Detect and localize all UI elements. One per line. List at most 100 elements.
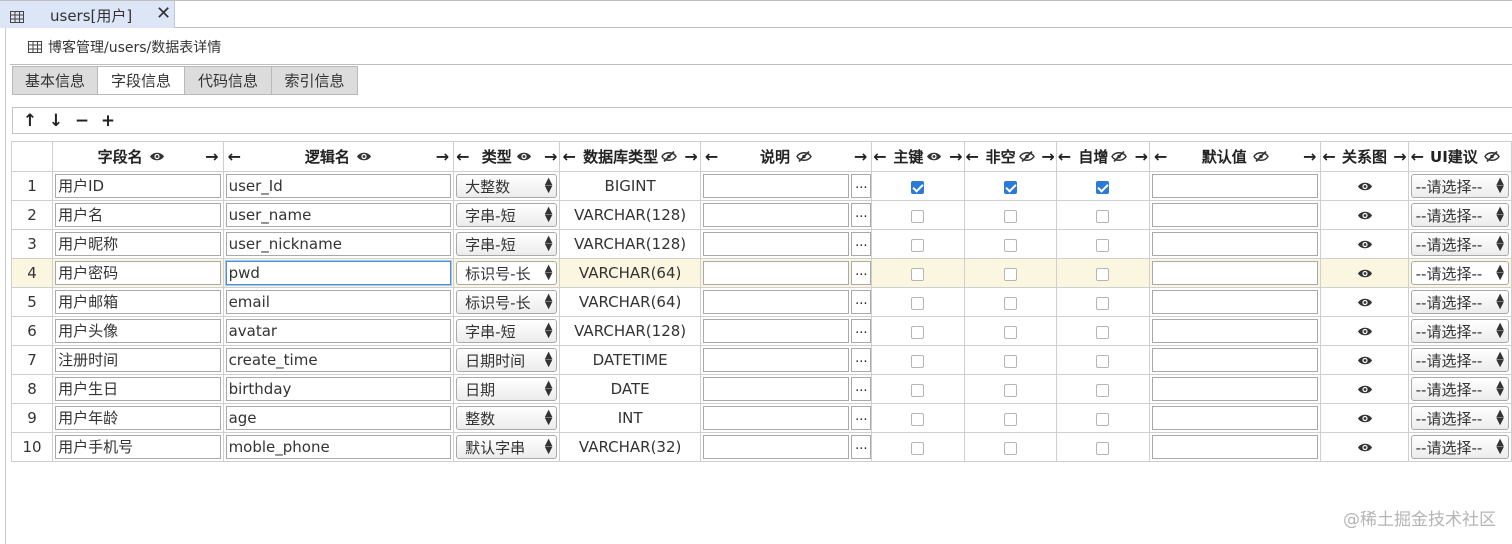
header-desc[interactable]: ← 说明 →	[699, 141, 873, 172]
default-value-input[interactable]	[1151, 319, 1319, 343]
default-value-input[interactable]	[1151, 348, 1319, 372]
header-relation[interactable]: ← 关系图 →	[1320, 141, 1409, 172]
ui-select[interactable]: --请选择-- ▲ ▼	[1410, 174, 1509, 198]
default-value-input[interactable]	[1151, 203, 1319, 227]
logic-name-input[interactable]: email	[225, 290, 452, 314]
header-ui[interactable]: ← UI建议	[1407, 141, 1512, 172]
arrow-left-icon[interactable]: ←	[873, 147, 886, 166]
desc-input[interactable]	[702, 377, 850, 401]
primary-key-checkbox[interactable]	[911, 325, 925, 339]
logic-name-input[interactable]: avatar	[225, 319, 452, 343]
header-field-name[interactable]: 字段名 →	[52, 141, 224, 172]
default-value-input[interactable]	[1151, 232, 1319, 256]
arrow-right-icon[interactable]: →	[684, 147, 697, 166]
default-value-input[interactable]	[1151, 406, 1319, 430]
eye-icon[interactable]	[1357, 235, 1373, 254]
desc-input[interactable]	[702, 232, 850, 256]
field-name-input[interactable]: 用户名	[55, 203, 221, 227]
eye-icon[interactable]	[516, 148, 532, 166]
ui-select[interactable]: --请选择-- ▲ ▼	[1410, 406, 1509, 430]
more-button[interactable]: ...	[851, 261, 871, 285]
ui-select[interactable]: --请选择-- ▲ ▼	[1410, 290, 1509, 314]
not-null-checkbox[interactable]	[1003, 325, 1017, 339]
eye-icon[interactable]	[1357, 322, 1373, 341]
eye-icon[interactable]	[926, 148, 942, 166]
arrow-left-icon[interactable]: ←	[705, 147, 718, 166]
eye-icon[interactable]	[356, 148, 372, 166]
not-null-checkbox[interactable]	[1003, 296, 1017, 310]
auto-increment-checkbox[interactable]	[1096, 441, 1110, 455]
arrow-left-icon[interactable]: ←	[1322, 147, 1335, 166]
not-null-checkbox[interactable]	[1003, 267, 1017, 281]
document-tab-users[interactable]: users[用户] ✕	[0, 1, 175, 28]
not-null-checkbox[interactable]	[1003, 383, 1017, 397]
desc-input[interactable]	[702, 261, 850, 285]
not-null-checkbox[interactable]	[1003, 238, 1017, 252]
auto-increment-checkbox[interactable]	[1096, 267, 1110, 281]
arrow-right-icon[interactable]: →	[949, 147, 962, 166]
not-null-checkbox[interactable]	[1003, 441, 1017, 455]
more-button[interactable]: ...	[851, 232, 871, 256]
arrow-left-icon[interactable]: ←	[1411, 147, 1424, 166]
default-value-input[interactable]	[1151, 435, 1319, 459]
logic-name-input[interactable]: birthday	[225, 377, 452, 401]
logic-name-input[interactable]: pwd	[225, 261, 452, 285]
type-select[interactable]: 字串-短 ▲ ▼	[456, 232, 558, 256]
ui-select[interactable]: --请选择-- ▲ ▼	[1410, 261, 1509, 285]
arrow-right-icon[interactable]: →	[436, 147, 449, 166]
eye-icon[interactable]	[1357, 264, 1373, 283]
type-select[interactable]: 整数 ▲ ▼	[456, 406, 558, 430]
arrow-right-icon[interactable]: →	[1303, 147, 1316, 166]
desc-input[interactable]	[702, 348, 850, 372]
ui-select[interactable]: --请选择-- ▲ ▼	[1410, 348, 1509, 372]
arrow-left-icon[interactable]: ←	[228, 147, 241, 166]
more-button[interactable]: ...	[851, 377, 871, 401]
eye-slash-icon[interactable]	[1018, 148, 1035, 166]
arrow-left-icon[interactable]: ←	[1154, 147, 1167, 166]
header-logic-name[interactable]: ← 逻辑名 →	[222, 141, 455, 172]
add-field-button[interactable]: +	[95, 111, 121, 131]
eye-slash-icon[interactable]	[1111, 148, 1128, 166]
tab-index-info[interactable]: 索引信息	[272, 66, 358, 95]
arrow-right-icon[interactable]: →	[1135, 147, 1148, 166]
type-select[interactable]: 大整数 ▲ ▼	[456, 174, 558, 198]
primary-key-checkbox[interactable]	[911, 209, 925, 223]
type-select[interactable]: 默认字串 ▲ ▼	[456, 435, 558, 459]
primary-key-checkbox[interactable]	[911, 296, 925, 310]
field-name-input[interactable]: 用户密码	[55, 261, 221, 285]
type-select[interactable]: 标识号-长 ▲ ▼	[456, 261, 558, 285]
primary-key-checkbox[interactable]	[911, 383, 925, 397]
type-select[interactable]: 标识号-长 ▲ ▼	[456, 290, 558, 314]
ui-select[interactable]: --请选择-- ▲ ▼	[1410, 203, 1509, 227]
logic-name-input[interactable]: create_time	[225, 348, 452, 372]
arrow-right-icon[interactable]: →	[544, 147, 557, 166]
primary-key-checkbox[interactable]	[911, 267, 925, 281]
arrow-right-icon[interactable]: →	[205, 147, 218, 166]
desc-input[interactable]	[702, 406, 850, 430]
not-null-checkbox[interactable]	[1003, 209, 1017, 223]
header-default[interactable]: ← 默认值 →	[1148, 141, 1322, 172]
more-button[interactable]: ...	[851, 203, 871, 227]
more-button[interactable]: ...	[851, 174, 871, 198]
more-button[interactable]: ...	[851, 319, 871, 343]
default-value-input[interactable]	[1151, 261, 1319, 285]
type-select[interactable]: 日期 ▲ ▼	[456, 377, 558, 401]
default-value-input[interactable]	[1151, 174, 1319, 198]
not-null-checkbox[interactable]	[1003, 180, 1017, 194]
more-button[interactable]: ...	[851, 435, 871, 459]
desc-input[interactable]	[702, 174, 850, 198]
auto-increment-checkbox[interactable]	[1096, 209, 1110, 223]
logic-name-input[interactable]: user_Id	[225, 174, 452, 198]
ui-select[interactable]: --请选择-- ▲ ▼	[1410, 319, 1509, 343]
header-primary-key[interactable]: ← 主键 →	[871, 141, 965, 172]
close-icon[interactable]: ✕	[156, 3, 171, 24]
remove-field-button[interactable]: −	[69, 111, 95, 131]
arrow-left-icon[interactable]: ←	[456, 147, 469, 166]
ui-select[interactable]: --请选择-- ▲ ▼	[1410, 435, 1509, 459]
header-db-type[interactable]: ← 数据库类型 →	[559, 141, 701, 172]
desc-input[interactable]	[702, 435, 850, 459]
eye-icon[interactable]	[1357, 206, 1373, 225]
not-null-checkbox[interactable]	[1003, 354, 1017, 368]
field-name-input[interactable]: 用户生日	[55, 377, 221, 401]
arrow-right-icon[interactable]: →	[1393, 147, 1406, 166]
